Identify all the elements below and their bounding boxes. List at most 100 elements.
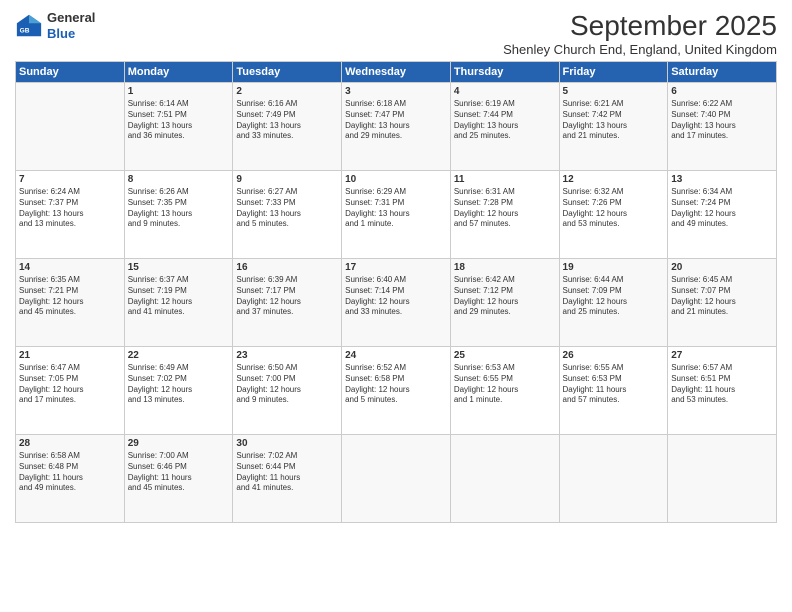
day-number: 1 (128, 86, 230, 97)
cell-content: Sunrise: 6:52 AM Sunset: 6:58 PM Dayligh… (345, 363, 447, 406)
cell-content: Sunrise: 6:24 AM Sunset: 7:37 PM Dayligh… (19, 187, 121, 230)
col-header-thursday: Thursday (450, 62, 559, 83)
cell-content: Sunrise: 6:49 AM Sunset: 7:02 PM Dayligh… (128, 363, 230, 406)
calendar-cell: 24 Sunrise: 6:52 AM Sunset: 6:58 PM Dayli… (342, 347, 451, 435)
calendar-cell: 11Sunrise: 6:31 AM Sunset: 7:28 PM Dayli… (450, 171, 559, 259)
cell-content: Sunrise: 6:35 AM Sunset: 7:21 PM Dayligh… (19, 275, 121, 318)
header-row: SundayMondayTuesdayWednesdayThursdayFrid… (16, 62, 777, 83)
cell-content: Sunrise: 6:37 AM Sunset: 7:19 PM Dayligh… (128, 275, 230, 318)
day-number: 18 (454, 262, 556, 273)
cell-content: Sunrise: 6:40 AM Sunset: 7:14 PM Dayligh… (345, 275, 447, 318)
calendar-cell: 20 Sunrise: 6:45 AM Sunset: 7:07 PM Dayli… (668, 259, 777, 347)
calendar-cell: 13 Sunrise: 6:34 AM Sunset: 7:24 PM Dayli… (668, 171, 777, 259)
svg-text:GB: GB (20, 27, 30, 34)
day-number: 8 (128, 174, 230, 185)
cell-content: Sunrise: 6:50 AM Sunset: 7:00 PM Dayligh… (236, 363, 338, 406)
calendar-cell: 21 Sunrise: 6:47 AM Sunset: 7:05 PM Dayli… (16, 347, 125, 435)
day-number: 6 (671, 86, 773, 97)
cell-content: Sunrise: 6:42 AM Sunset: 7:12 PM Dayligh… (454, 275, 556, 318)
day-number: 20 (671, 262, 773, 273)
calendar-table: SundayMondayTuesdayWednesdayThursdayFrid… (15, 61, 777, 523)
cell-content: Sunrise: 6:32 AM Sunset: 7:26 PM Dayligh… (563, 187, 665, 230)
cell-content: Sunrise: 6:39 AM Sunset: 7:17 PM Dayligh… (236, 275, 338, 318)
calendar-cell: 15Sunrise: 6:37 AM Sunset: 7:19 PM Dayli… (124, 259, 233, 347)
page: GB General Blue September 2025 Shenley C… (0, 0, 792, 612)
cell-content: Sunrise: 6:44 AM Sunset: 7:09 PM Dayligh… (563, 275, 665, 318)
cell-content: Sunrise: 6:21 AM Sunset: 7:42 PM Dayligh… (563, 99, 665, 142)
calendar-cell: 22 Sunrise: 6:49 AM Sunset: 7:02 PM Dayli… (124, 347, 233, 435)
calendar-cell: 9 Sunrise: 6:27 AM Sunset: 7:33 PM Daylig… (233, 171, 342, 259)
calendar-cell: 12Sunrise: 6:32 AM Sunset: 7:26 PM Dayli… (559, 171, 668, 259)
calendar-cell (559, 435, 668, 523)
day-number: 9 (236, 174, 338, 185)
calendar-cell: 25 Sunrise: 6:53 AM Sunset: 6:55 PM Dayli… (450, 347, 559, 435)
week-row-5: 28Sunrise: 6:58 AM Sunset: 6:48 PM Dayli… (16, 435, 777, 523)
day-number: 25 (454, 350, 556, 361)
location: Shenley Church End, England, United King… (503, 42, 777, 57)
cell-content: Sunrise: 6:57 AM Sunset: 6:51 PM Dayligh… (671, 363, 773, 406)
calendar-cell: 30Sunrise: 7:02 AM Sunset: 6:44 PM Dayli… (233, 435, 342, 523)
calendar-cell: 28Sunrise: 6:58 AM Sunset: 6:48 PM Dayli… (16, 435, 125, 523)
cell-content: Sunrise: 6:29 AM Sunset: 7:31 PM Dayligh… (345, 187, 447, 230)
calendar-cell (342, 435, 451, 523)
day-number: 26 (563, 350, 665, 361)
logo: GB General Blue (15, 10, 95, 41)
cell-content: Sunrise: 6:47 AM Sunset: 7:05 PM Dayligh… (19, 363, 121, 406)
cell-content: Sunrise: 6:58 AM Sunset: 6:48 PM Dayligh… (19, 451, 121, 494)
calendar-cell: 5 Sunrise: 6:21 AM Sunset: 7:42 PM Daylig… (559, 83, 668, 171)
day-number: 14 (19, 262, 121, 273)
logo-blue: Blue (47, 26, 95, 42)
day-number: 19 (563, 262, 665, 273)
calendar-cell: 2Sunrise: 6:16 AM Sunset: 7:49 PM Daylig… (233, 83, 342, 171)
logo-text: General Blue (47, 10, 95, 41)
logo-general: General (47, 10, 95, 26)
col-header-wednesday: Wednesday (342, 62, 451, 83)
col-header-tuesday: Tuesday (233, 62, 342, 83)
day-number: 30 (236, 438, 338, 449)
calendar-cell: 17 Sunrise: 6:40 AM Sunset: 7:14 PM Dayli… (342, 259, 451, 347)
calendar-cell: 3Sunrise: 6:18 AM Sunset: 7:47 PM Daylig… (342, 83, 451, 171)
calendar-cell: 19 Sunrise: 6:44 AM Sunset: 7:09 PM Dayli… (559, 259, 668, 347)
cell-content: Sunrise: 6:53 AM Sunset: 6:55 PM Dayligh… (454, 363, 556, 406)
calendar-cell: 1 Sunrise: 6:14 AM Sunset: 7:51 PM Daylig… (124, 83, 233, 171)
calendar-cell: 10 Sunrise: 6:29 AM Sunset: 7:31 PM Dayli… (342, 171, 451, 259)
title-block: September 2025 Shenley Church End, Engla… (503, 10, 777, 57)
day-number: 23 (236, 350, 338, 361)
week-row-4: 21 Sunrise: 6:47 AM Sunset: 7:05 PM Dayli… (16, 347, 777, 435)
calendar-cell (16, 83, 125, 171)
cell-content: Sunrise: 6:14 AM Sunset: 7:51 PM Dayligh… (128, 99, 230, 142)
logo-icon: GB (15, 12, 43, 40)
day-number: 21 (19, 350, 121, 361)
cell-content: Sunrise: 6:31 AM Sunset: 7:28 PM Dayligh… (454, 187, 556, 230)
day-number: 3 (345, 86, 447, 97)
cell-content: Sunrise: 6:19 AM Sunset: 7:44 PM Dayligh… (454, 99, 556, 142)
cell-content: Sunrise: 6:26 AM Sunset: 7:35 PM Dayligh… (128, 187, 230, 230)
cell-content: Sunrise: 6:27 AM Sunset: 7:33 PM Dayligh… (236, 187, 338, 230)
day-number: 5 (563, 86, 665, 97)
cell-content: Sunrise: 6:45 AM Sunset: 7:07 PM Dayligh… (671, 275, 773, 318)
day-number: 16 (236, 262, 338, 273)
calendar-cell: 4Sunrise: 6:19 AM Sunset: 7:44 PM Daylig… (450, 83, 559, 171)
calendar-cell (450, 435, 559, 523)
col-header-friday: Friday (559, 62, 668, 83)
day-number: 13 (671, 174, 773, 185)
day-number: 29 (128, 438, 230, 449)
calendar-cell: 14 Sunrise: 6:35 AM Sunset: 7:21 PM Dayli… (16, 259, 125, 347)
day-number: 22 (128, 350, 230, 361)
cell-content: Sunrise: 6:16 AM Sunset: 7:49 PM Dayligh… (236, 99, 338, 142)
calendar-cell: 27 Sunrise: 6:57 AM Sunset: 6:51 PM Dayli… (668, 347, 777, 435)
day-number: 27 (671, 350, 773, 361)
calendar-cell: 16 Sunrise: 6:39 AM Sunset: 7:17 PM Dayli… (233, 259, 342, 347)
cell-content: Sunrise: 6:55 AM Sunset: 6:53 PM Dayligh… (563, 363, 665, 406)
cell-content: Sunrise: 6:34 AM Sunset: 7:24 PM Dayligh… (671, 187, 773, 230)
cell-content: Sunrise: 6:22 AM Sunset: 7:40 PM Dayligh… (671, 99, 773, 142)
week-row-3: 14 Sunrise: 6:35 AM Sunset: 7:21 PM Dayli… (16, 259, 777, 347)
day-number: 10 (345, 174, 447, 185)
col-header-monday: Monday (124, 62, 233, 83)
calendar-cell: 7Sunrise: 6:24 AM Sunset: 7:37 PM Daylig… (16, 171, 125, 259)
day-number: 24 (345, 350, 447, 361)
month-title: September 2025 (503, 10, 777, 42)
col-header-sunday: Sunday (16, 62, 125, 83)
day-number: 17 (345, 262, 447, 273)
header: GB General Blue September 2025 Shenley C… (15, 10, 777, 57)
